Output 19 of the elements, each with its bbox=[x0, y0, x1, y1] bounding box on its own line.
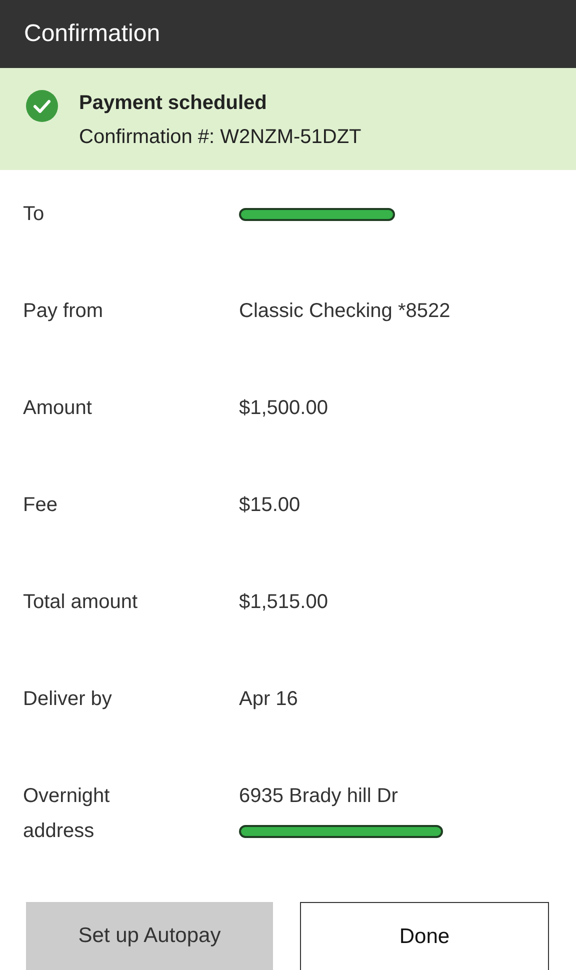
done-button[interactable]: Done bbox=[300, 902, 549, 970]
field-label: Fee bbox=[23, 493, 58, 518]
field-label: Total amount bbox=[23, 590, 139, 615]
check-circle-icon bbox=[26, 90, 58, 122]
confirmation-number: Confirmation #: W2NZM-51DZT bbox=[79, 125, 362, 150]
field-value: Classic Checking *8522 bbox=[239, 299, 450, 324]
header-title: Confirmation bbox=[24, 19, 160, 49]
field-label: Deliver by bbox=[23, 687, 113, 712]
field-value: Apr 16 bbox=[239, 687, 298, 712]
field-label: To bbox=[23, 202, 46, 227]
field-label: Pay from bbox=[23, 299, 104, 324]
field-value: 6935 Brady hill Dr bbox=[239, 784, 399, 809]
field-value: $1,500.00 bbox=[239, 396, 328, 421]
autopay-button[interactable]: Set up Autopay bbox=[26, 902, 273, 970]
field-value: $1,515.00 bbox=[239, 590, 328, 615]
field-value: $15.00 bbox=[239, 493, 300, 518]
field-label: Overnight address bbox=[23, 784, 111, 844]
field-label: Amount bbox=[23, 396, 93, 421]
banner-title: Payment scheduled bbox=[79, 91, 268, 116]
